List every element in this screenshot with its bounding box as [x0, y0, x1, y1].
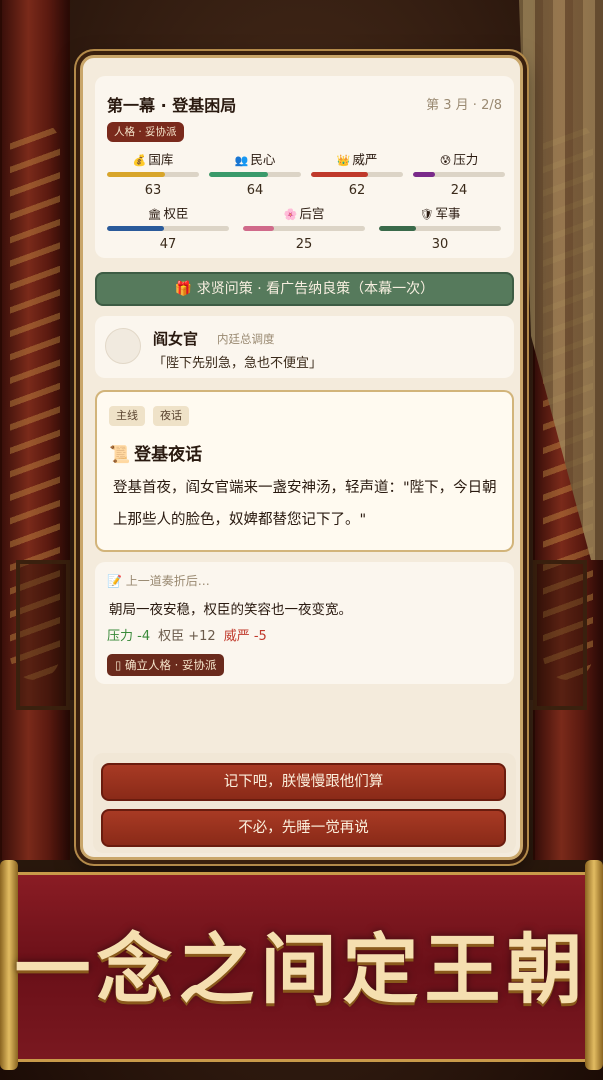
stat-6: 🛡 军事 30 [379, 206, 501, 252]
stat-name: 国库 [148, 152, 174, 167]
previous-heading: 📝 上一道奏折后… [107, 574, 210, 588]
stat-3: 😰 压力 24 [413, 152, 505, 198]
game-panel: 第一幕 · 登基困局 第 3 月 · 2/8 人格 · 妥协派 💰 国库 63 👥 民心… [80, 55, 523, 860]
event-card: 主线 夜话 📜 登基夜话 登基首夜，阎女官端来一盏安神汤，轻声道："陛下，今日朝上… [95, 390, 514, 552]
stat-0: 💰 国库 63 [107, 152, 199, 198]
stat-name: 民心 [250, 152, 276, 167]
previous-text: 朝局一夜安稳，权臣的笑容也一夜变宽。 [109, 602, 352, 618]
event-title: 📜 登基夜话 [109, 440, 202, 465]
choice-button-sleep[interactable]: 不必，先睡一觉再说 [101, 809, 506, 847]
stat-label: 👥 民心 [209, 152, 301, 168]
stage-progress: 第 3 月 · 2/8 [426, 98, 502, 113]
effect-item: 威严 -5 [223, 629, 267, 644]
stat-value: 30 [431, 237, 449, 252]
choice-area: 记下吧，朕慢慢跟他们算 不必，先睡一觉再说 [93, 753, 516, 853]
stat-icon: 🛡 [419, 208, 434, 221]
stat-bar [107, 226, 229, 231]
scroll-icon: 📜 [109, 445, 131, 465]
stat-bar [107, 172, 199, 177]
stat-bar [413, 172, 505, 177]
event-title-text: 登基夜话 [134, 445, 203, 465]
stat-label: 👑 威严 [311, 152, 403, 168]
stat-name: 后宫 [299, 206, 325, 221]
stat-label: 😰 压力 [413, 152, 505, 168]
stat-bar [243, 226, 365, 231]
stat-label: 🏛 权臣 [107, 206, 229, 222]
stat-4: 🏛 权臣 47 [107, 206, 229, 252]
stat-name: 压力 [453, 152, 479, 167]
stat-name: 权臣 [163, 206, 189, 221]
stat-value: 25 [295, 237, 313, 252]
stat-label: 🛡 军事 [379, 206, 501, 222]
stat-icon: 💰 [132, 154, 147, 167]
stat-bar-fill [107, 226, 165, 231]
stat-bar [379, 226, 501, 231]
stat-value: 24 [450, 183, 468, 198]
stat-5: 🌸 后宫 25 [243, 206, 365, 252]
choice-button-remember[interactable]: 记下吧，朕慢慢跟他们算 [101, 763, 506, 801]
left-dragon-pillar [0, 0, 70, 860]
previous-result-card: 📝 上一道奏折后… 朝局一夜安稳，权臣的笑容也一夜变宽。 压力 -4 权臣 +12… [95, 562, 514, 684]
stat-bar [209, 172, 301, 177]
stat-bar-fill [243, 226, 274, 231]
advisor-quote: 「陛下先别急，急也不便宜」 [153, 356, 323, 371]
lantern-stand-right [533, 560, 587, 710]
stage-title: 第一幕 · 登基困局 [107, 96, 237, 115]
lantern-stand-left [16, 560, 70, 710]
event-tag-main: 主线 [109, 406, 145, 426]
stat-bar [311, 172, 403, 177]
ad-button-label: 求贤问策 · 看广告纳良策（本幕一次） [196, 281, 435, 297]
stat-label: 💰 国库 [107, 152, 199, 168]
stat-name: 军事 [435, 206, 461, 221]
advisor-name: 阎女官 [153, 330, 199, 348]
stat-value: 62 [348, 183, 366, 198]
stat-value: 63 [144, 183, 162, 198]
stat-bar-fill [413, 172, 436, 177]
effect-list: 压力 -4 权臣 +12 威严 -5 [107, 625, 275, 644]
stat-icon: 🏛 [147, 208, 162, 221]
personality-badge: 人格 · 妥协派 [107, 122, 184, 142]
stat-icon: 🌸 [283, 208, 298, 221]
stat-label: 🌸 后宫 [243, 206, 365, 222]
effect-item: 权臣 +12 [158, 629, 216, 644]
effect-item: 压力 -4 [107, 629, 151, 644]
advisor-card: 阎女官 内廷总调度 「陛下先别急，急也不便宜」 [95, 316, 514, 378]
stat-2: 👑 威严 62 [311, 152, 403, 198]
gift-icon: 🎁 [174, 281, 193, 297]
stat-bar-fill [379, 226, 416, 231]
stat-bar-fill [107, 172, 165, 177]
stat-icon: 👑 [336, 154, 351, 167]
personality-set-badge: ▯ 确立人格 · 妥协派 [107, 654, 225, 676]
stat-bar-fill [209, 172, 268, 177]
stat-value: 47 [159, 237, 177, 252]
advisor-avatar [105, 328, 141, 364]
ad-advice-button[interactable]: 🎁 求贤问策 · 看广告纳良策（本幕一次） [95, 272, 514, 306]
stat-name: 威严 [352, 152, 378, 167]
stats-card: 第一幕 · 登基困局 第 3 月 · 2/8 人格 · 妥协派 💰 国库 63 👥 民心… [95, 76, 514, 258]
stat-1: 👥 民心 64 [209, 152, 301, 198]
banner-slogan: 一念之间定王朝 [14, 925, 589, 1014]
stat-icon: 👥 [234, 154, 249, 167]
stat-bar-fill [311, 172, 369, 177]
stat-value: 64 [246, 183, 264, 198]
event-tag-night: 夜话 [153, 406, 189, 426]
event-body: 登基首夜，阎女官端来一盏安神汤，轻声道："陛下，今日朝上那些人的脸色，奴婢都替您… [113, 480, 497, 528]
stat-icon: 😰 [439, 154, 452, 167]
advisor-role: 内廷总调度 [217, 332, 275, 346]
